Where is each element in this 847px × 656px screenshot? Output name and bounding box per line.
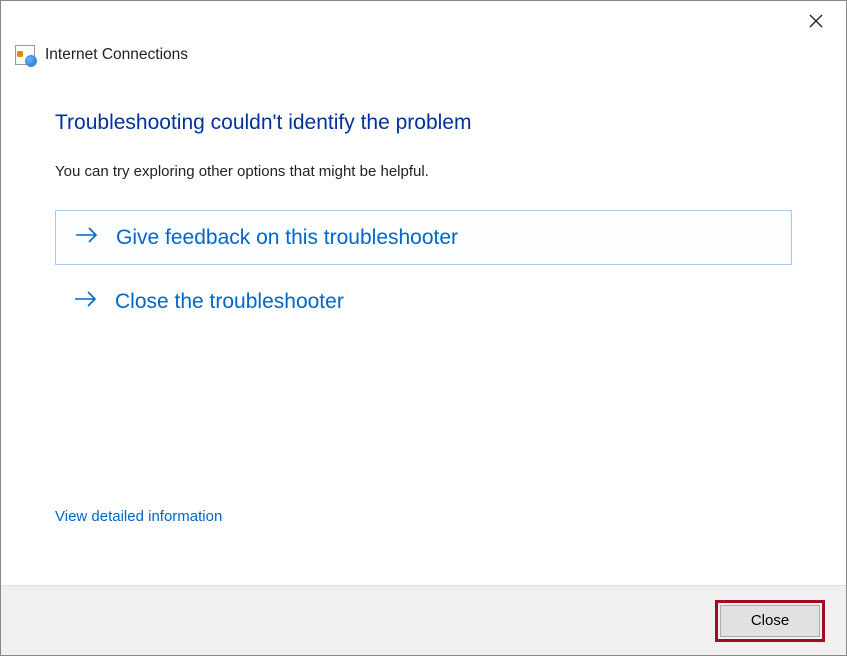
app-header: Internet Connections bbox=[1, 41, 846, 75]
close-icon bbox=[809, 14, 823, 28]
headline: Troubleshooting couldn't identify the pr… bbox=[55, 111, 792, 135]
option-label: Give feedback on this troubleshooter bbox=[116, 226, 458, 250]
option-close-troubleshooter[interactable]: Close the troubleshooter bbox=[55, 275, 792, 328]
app-title: Internet Connections bbox=[45, 46, 188, 64]
option-label: Close the troubleshooter bbox=[115, 290, 344, 314]
subtext: You can try exploring other options that… bbox=[55, 163, 792, 180]
titlebar bbox=[1, 1, 846, 41]
arrow-right-icon bbox=[74, 225, 100, 250]
content-area: Troubleshooting couldn't identify the pr… bbox=[1, 75, 846, 328]
arrow-right-icon bbox=[73, 289, 99, 314]
window-close-button[interactable] bbox=[796, 6, 836, 36]
footer: Close bbox=[1, 585, 846, 655]
close-button[interactable]: Close bbox=[720, 605, 820, 637]
view-detailed-information-link[interactable]: View detailed information bbox=[55, 508, 222, 525]
option-give-feedback[interactable]: Give feedback on this troubleshooter bbox=[55, 210, 792, 265]
internet-connections-icon bbox=[15, 45, 35, 65]
